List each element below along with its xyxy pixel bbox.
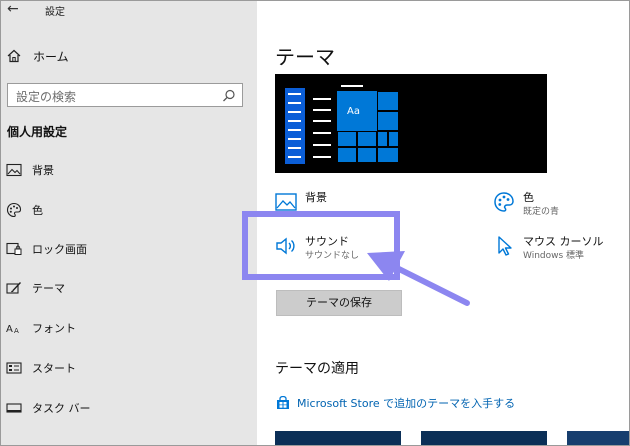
app-title: 設定 [45, 7, 65, 18]
setting-name: 背景 [305, 191, 327, 204]
lock-screen-icon [6, 241, 22, 257]
back-button[interactable]: ← [7, 1, 19, 17]
sidebar-item-label: スタート [32, 362, 76, 375]
sidebar-item-themes[interactable]: テーマ [1, 277, 257, 299]
theme-thumbnail[interactable] [275, 431, 401, 445]
store-link-label: Microsoft Store で追加のテーマを入手する [297, 397, 516, 410]
sidebar-item-label: タスク バー [32, 402, 91, 415]
sidebar-item-label: テーマ [32, 282, 65, 295]
search-input[interactable]: 設定の検索 [7, 83, 243, 107]
sidebar-item-home[interactable]: ホーム [1, 45, 257, 67]
sidebar-item-background[interactable]: 背景 [1, 159, 257, 181]
sidebar-item-label: 背景 [32, 164, 54, 177]
theme-thumbnail[interactable] [421, 431, 547, 445]
sidebar-item-fonts[interactable]: AA フォント [1, 317, 257, 339]
title-bar: ← 設定 [1, 1, 257, 19]
theme-thumbnails [275, 431, 629, 445]
sidebar-item-label: フォント [32, 322, 76, 335]
setting-color[interactable]: 色 既定の青 [493, 191, 559, 219]
preview-tile-aa: Aa [337, 91, 377, 131]
setting-name: 色 [523, 191, 534, 204]
setting-value: 既定の青 [523, 207, 560, 217]
setting-mouse-cursor[interactable]: マウス カーソル Windows 標準 [493, 235, 604, 263]
picture-icon [6, 162, 22, 178]
microsoft-store-link[interactable]: Microsoft Store で追加のテーマを入手する [275, 395, 515, 411]
setting-background[interactable]: 背景 [275, 191, 327, 213]
theme-thumbnail[interactable] [567, 431, 629, 445]
annotation-arrow [367, 251, 470, 306]
sidebar-item-start[interactable]: スタート [1, 357, 257, 379]
preview-start-menu [285, 88, 305, 164]
picture-icon [275, 191, 297, 213]
sidebar: ← 設定 ホーム 設定の検索 個人用設定 背景 色 ロック画面 テーマ A A … [1, 1, 257, 445]
store-icon [275, 395, 291, 411]
search-icon[interactable] [222, 88, 236, 102]
brush-icon [6, 280, 22, 296]
section-title: 個人用設定 [7, 125, 68, 139]
font-icon: AA [6, 320, 22, 336]
theme-preview: Aa [275, 74, 547, 173]
palette-icon [6, 202, 22, 218]
sidebar-item-label: ロック画面 [32, 243, 87, 256]
taskbar-icon [6, 400, 22, 416]
setting-value: Windows 標準 [523, 251, 585, 261]
start-icon [6, 360, 22, 376]
settings-window: ← 設定 ホーム 設定の検索 個人用設定 背景 色 ロック画面 テーマ A A … [0, 0, 630, 446]
sidebar-item-colors[interactable]: 色 [1, 199, 257, 221]
setting-name: マウス カーソル [523, 235, 604, 248]
sidebar-item-lock-screen[interactable]: ロック画面 [1, 238, 257, 260]
apply-theme-heading: テーマの適用 [275, 361, 359, 377]
preview-tiles: Aa [337, 91, 399, 163]
page-title: テーマ [275, 45, 335, 69]
home-icon [7, 49, 21, 63]
sidebar-item-label: ホーム [33, 49, 69, 64]
svg-text:A: A [14, 327, 19, 335]
svg-text:A: A [6, 324, 13, 335]
search-placeholder: 設定の検索 [16, 90, 77, 104]
cursor-icon [493, 235, 515, 257]
sidebar-item-label: 色 [32, 204, 43, 217]
palette-icon [493, 191, 515, 213]
sidebar-item-taskbar[interactable]: タスク バー [1, 397, 257, 419]
